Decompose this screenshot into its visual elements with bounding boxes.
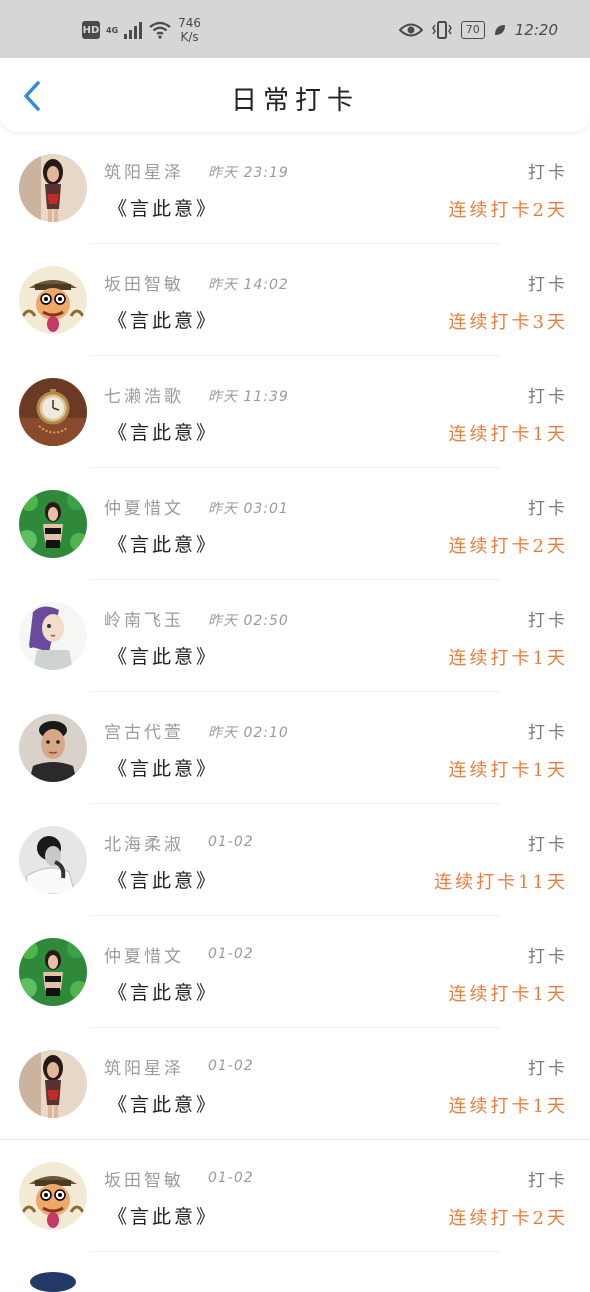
avatar[interactable] xyxy=(19,490,87,558)
book-title: 《言此意》 xyxy=(108,646,219,668)
book-title: 《言此意》 xyxy=(108,758,219,780)
checkin-list: 筑阳星泽 昨天 23:19 《言此意》 打卡 连续打卡2天 坂田智敏 昨天 14:02 《言此… xyxy=(0,132,590,1252)
vibrate-icon xyxy=(431,21,452,39)
checkin-label: 打卡 xyxy=(528,835,568,855)
book-title: 《言此意》 xyxy=(108,870,219,892)
book-title: 《言此意》 xyxy=(108,198,219,220)
book-title: 《言此意》 xyxy=(108,1206,219,1228)
user-name[interactable]: 坂田智敏 xyxy=(104,270,184,295)
checkin-label: 打卡 xyxy=(528,163,568,183)
list-item[interactable]: 筑阳星泽 昨天 23:19 《言此意》 打卡连续打卡2天 xyxy=(0,132,590,244)
eye-icon xyxy=(398,23,423,37)
checkin-time: 昨天 02:10 xyxy=(208,725,289,741)
avatar[interactable] xyxy=(19,378,87,446)
streak-label: 连续打卡1天 xyxy=(448,984,568,1005)
book-title: 《言此意》 xyxy=(108,534,219,556)
book-title: 《言此意》 xyxy=(108,1094,219,1116)
streak-label: 连续打卡1天 xyxy=(448,648,568,669)
book-title: 《言此意》 xyxy=(108,982,219,1004)
page-title: 日常打卡 xyxy=(230,86,359,116)
list-item[interactable]: 北海柔淑 01-02 《言此意》 打卡连续打卡11天 xyxy=(0,804,590,916)
checkin-label: 打卡 xyxy=(528,387,568,407)
avatar[interactable] xyxy=(19,938,87,1006)
avatar[interactable] xyxy=(19,602,87,670)
checkin-time: 昨天 02:50 xyxy=(208,613,289,629)
avatar[interactable] xyxy=(19,1050,87,1118)
user-name[interactable]: 七濑浩歌 xyxy=(104,382,184,407)
list-item[interactable]: 筑阳星泽 01-02 《言此意》 打卡连续打卡1天 xyxy=(0,1028,590,1140)
user-name[interactable]: 仲夏惜文 xyxy=(104,494,184,519)
clock: 12:20 xyxy=(514,21,558,39)
checkin-time: 01-02 xyxy=(208,834,254,850)
avatar[interactable] xyxy=(19,826,87,894)
status-left: HD 4G 746 K/s xyxy=(82,14,201,46)
checkin-label: 打卡 xyxy=(528,947,568,967)
user-name[interactable]: 宫古代萱 xyxy=(104,718,184,743)
user-name[interactable]: 筑阳星泽 xyxy=(104,1054,184,1079)
speed-unit: K/s xyxy=(180,30,199,44)
nav-bar: 日常打卡 xyxy=(0,58,590,132)
user-name[interactable]: 筑阳星泽 xyxy=(104,158,184,183)
signal-icon xyxy=(124,21,143,39)
user-name[interactable]: 仲夏惜文 xyxy=(104,942,184,967)
wifi-icon xyxy=(149,21,171,39)
checkin-label: 打卡 xyxy=(528,499,568,519)
streak-label: 连续打卡2天 xyxy=(448,536,568,557)
checkin-label: 打卡 xyxy=(528,1171,568,1191)
network-speed: 746 K/s xyxy=(178,16,201,44)
list-item[interactable]: 仲夏惜文 昨天 03:01 《言此意》 打卡连续打卡2天 xyxy=(0,468,590,580)
checkin-label: 打卡 xyxy=(528,723,568,743)
streak-label: 连续打卡11天 xyxy=(434,872,568,893)
avatar[interactable] xyxy=(19,1162,87,1230)
streak-label: 连续打卡1天 xyxy=(448,424,568,445)
list-item[interactable]: 仲夏惜文 01-02 《言此意》 打卡连续打卡1天 xyxy=(0,916,590,1028)
status-bar: HD 4G 746 K/s 70 12:20 xyxy=(0,0,590,58)
streak-label: 连续打卡1天 xyxy=(448,1096,568,1117)
checkin-time: 01-02 xyxy=(208,946,254,962)
avatar[interactable] xyxy=(19,266,87,334)
checkin-time: 昨天 23:19 xyxy=(208,165,289,181)
list-item[interactable]: 坂田智敏 昨天 14:02 《言此意》 打卡连续打卡3天 xyxy=(0,244,590,356)
hd-badge: HD xyxy=(82,21,100,39)
battery-icon: 70 xyxy=(460,21,485,39)
checkin-time: 昨天 14:02 xyxy=(208,277,289,293)
streak-label: 连续打卡3天 xyxy=(448,312,568,333)
list-item[interactable]: 坂田智敏 01-02 《言此意》 打卡连续打卡2天 xyxy=(0,1140,590,1252)
avatar xyxy=(30,1272,76,1292)
divider xyxy=(90,1251,500,1252)
checkin-label: 打卡 xyxy=(528,1059,568,1079)
checkin-time: 01-02 xyxy=(208,1058,254,1074)
list-item[interactable]: 七濑浩歌 昨天 11:39 《言此意》 打卡连续打卡1天 xyxy=(0,356,590,468)
book-title: 《言此意》 xyxy=(108,310,219,332)
speed-value: 746 xyxy=(178,16,202,30)
checkin-label: 打卡 xyxy=(528,611,568,631)
streak-label: 连续打卡1天 xyxy=(448,760,568,781)
checkin-label: 打卡 xyxy=(528,275,568,295)
avatar[interactable] xyxy=(19,154,87,222)
user-name[interactable]: 岭南飞玉 xyxy=(104,606,184,631)
list-item[interactable]: 岭南飞玉 昨天 02:50 《言此意》 打卡连续打卡1天 xyxy=(0,580,590,692)
streak-label: 连续打卡2天 xyxy=(448,1208,568,1229)
leaf-icon xyxy=(494,25,505,35)
list-item[interactable]: 宫古代萱 昨天 02:10 《言此意》 打卡连续打卡1天 xyxy=(0,692,590,804)
user-name[interactable]: 北海柔淑 xyxy=(104,830,184,855)
avatar[interactable] xyxy=(19,714,87,782)
checkin-time: 昨天 11:39 xyxy=(208,389,289,405)
status-right: 70 12:20 xyxy=(398,18,558,42)
streak-label: 连续打卡2天 xyxy=(448,200,568,221)
book-title: 《言此意》 xyxy=(108,422,219,444)
network-type: 4G xyxy=(106,25,119,35)
user-name[interactable]: 坂田智敏 xyxy=(104,1166,184,1191)
checkin-time: 01-02 xyxy=(208,1170,254,1186)
checkin-time: 昨天 03:01 xyxy=(208,501,289,517)
